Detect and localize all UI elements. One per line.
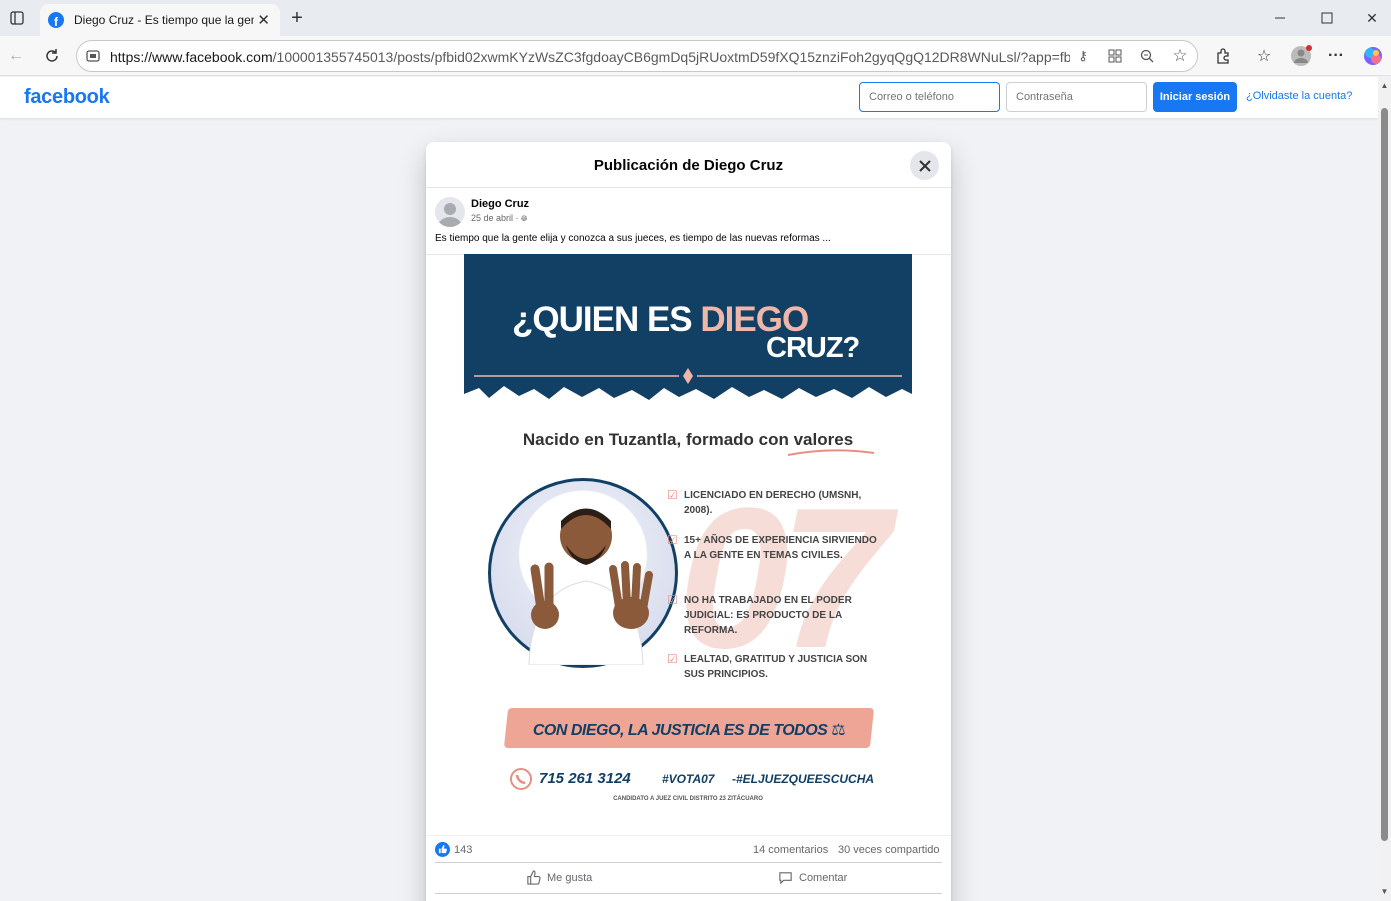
profile-avatar-icon[interactable] xyxy=(1290,45,1312,67)
facebook-logo[interactable]: facebook xyxy=(24,86,110,109)
close-window-icon[interactable]: ✕ xyxy=(1362,8,1382,28)
poster-banner-text: CON DIEGO, LA JUSTICIA ES DE TODOS ⚖︎ xyxy=(532,722,846,739)
scroll-up-icon[interactable]: ▲ xyxy=(1380,81,1389,90)
password-field[interactable] xyxy=(1006,82,1147,112)
poster-headline: ¿QUIEN ES DIEGO xyxy=(512,300,809,339)
zoom-icon[interactable] xyxy=(1139,48,1155,64)
author-avatar[interactable] xyxy=(435,197,465,227)
poster-bullet: ☑ NO HA TRABAJADO EN EL PODER JUDICIAL: E… xyxy=(667,593,852,636)
check-icon: ☑ xyxy=(667,488,678,502)
comment-icon xyxy=(779,872,792,885)
key-icon[interactable]: ⚷ xyxy=(1075,48,1091,64)
post-date[interactable]: 25 de abril · 🌐︎ xyxy=(471,213,527,224)
likes-count[interactable]: 143 xyxy=(454,844,472,856)
post-dialog: Publicación de Diego Cruz Diego Cruz 25 … xyxy=(426,142,951,901)
post-text: Es tiempo que la gente elija y conozca a… xyxy=(435,233,831,244)
like-label: Me gusta xyxy=(547,871,593,884)
whatsapp-icon xyxy=(510,768,532,790)
poster-hashtag: #VOTA07 xyxy=(662,772,715,786)
reload-icon[interactable] xyxy=(42,46,62,66)
scroll-down-icon[interactable]: ▼ xyxy=(1380,887,1389,896)
minimize-icon[interactable] xyxy=(1270,8,1290,28)
dialog-title: Publicación de Diego Cruz xyxy=(593,157,784,174)
divider xyxy=(435,893,942,894)
candidate-photo xyxy=(488,478,678,668)
email-field[interactable] xyxy=(859,82,1000,112)
globe-icon: 🌐︎ xyxy=(521,214,528,223)
facebook-favicon-icon: f xyxy=(48,12,64,28)
comments-count[interactable]: 14 comentarios xyxy=(753,844,828,856)
like-button[interactable]: Me gusta xyxy=(526,870,592,885)
close-tab-icon[interactable]: ✕ xyxy=(257,11,270,29)
favorite-star-icon[interactable]: ☆ xyxy=(1171,46,1189,65)
more-options-icon[interactable]: ··· xyxy=(1326,46,1346,66)
poster-phone: 715 261 3124 xyxy=(539,770,631,787)
apps-icon[interactable] xyxy=(1107,48,1123,64)
poster-headline-2: CRUZ? xyxy=(766,332,860,364)
poster-bullet: ☑ LICENCIADO EN DERECHO (UMSNH, 2008). xyxy=(667,488,862,516)
check-icon: ☑ xyxy=(667,652,678,666)
login-button[interactable]: Iniciar sesión xyxy=(1153,82,1237,112)
url-text: https://www.facebook.com/100001355745013… xyxy=(110,49,1070,65)
shares-count[interactable]: 30 veces compartido xyxy=(838,844,940,856)
divider xyxy=(435,862,942,863)
post-image[interactable]: ¿QUIEN ES DIEGO CRUZ? 07 Nacido en Tuzan… xyxy=(464,254,912,824)
scroll-thumb[interactable] xyxy=(1381,108,1388,841)
poster-candidate-text: CANDIDATO A JUEZ CIVIL DISTRITO 23 ZITÁC… xyxy=(613,796,763,802)
divider xyxy=(426,835,951,836)
back-icon[interactable]: ← xyxy=(6,46,26,66)
site-info-icon[interactable] xyxy=(85,48,101,64)
favorites-icon[interactable]: ☆ xyxy=(1254,46,1274,66)
poster-bullet: ☑ 15+ AÑOS DE EXPERIENCIA SIRVIENDO A LA … xyxy=(667,533,877,561)
maximize-icon[interactable] xyxy=(1317,8,1337,28)
check-icon: ☑ xyxy=(667,593,678,607)
tab-actions-icon[interactable] xyxy=(8,9,26,27)
browser-tab[interactable]: f Diego Cruz - Es tiempo que la gente el… xyxy=(40,4,280,36)
thumbs-up-icon xyxy=(527,870,541,885)
extensions-icon[interactable] xyxy=(1213,46,1233,66)
poster-bullet: ☑ LEALTAD, GRATITUD Y JUSTICIA SON SUS PR… xyxy=(667,652,868,680)
comment-button[interactable]: Comentar xyxy=(778,870,847,885)
author-name[interactable]: Diego Cruz xyxy=(471,198,529,210)
comment-label: Comentar xyxy=(799,871,848,884)
scales-icon: ⚖︎ xyxy=(831,722,846,739)
copilot-icon[interactable] xyxy=(1362,45,1384,67)
forgot-account-link[interactable]: ¿Olvidaste la cuenta? xyxy=(1246,90,1352,102)
tab-title: Diego Cruz - Es tiempo que la gente elij… xyxy=(74,13,254,27)
close-icon xyxy=(918,159,931,172)
like-reaction-icon[interactable] xyxy=(435,842,450,857)
address-bar[interactable]: https://www.facebook.com/100001355745013… xyxy=(76,40,1198,72)
browser-toolbar: ← https://www.facebook.com/1000013557450… xyxy=(0,36,1391,76)
new-tab-icon[interactable]: + xyxy=(287,7,307,29)
browser-tab-bar: f Diego Cruz - Es tiempo que la gente el… xyxy=(0,0,1391,36)
check-icon: ☑ xyxy=(667,533,678,547)
close-dialog-button[interactable] xyxy=(910,151,939,180)
dialog-header: Publicación de Diego Cruz xyxy=(426,142,951,188)
poster-hashtag: -#ELJUEZQUEESCUCHA xyxy=(732,772,875,786)
